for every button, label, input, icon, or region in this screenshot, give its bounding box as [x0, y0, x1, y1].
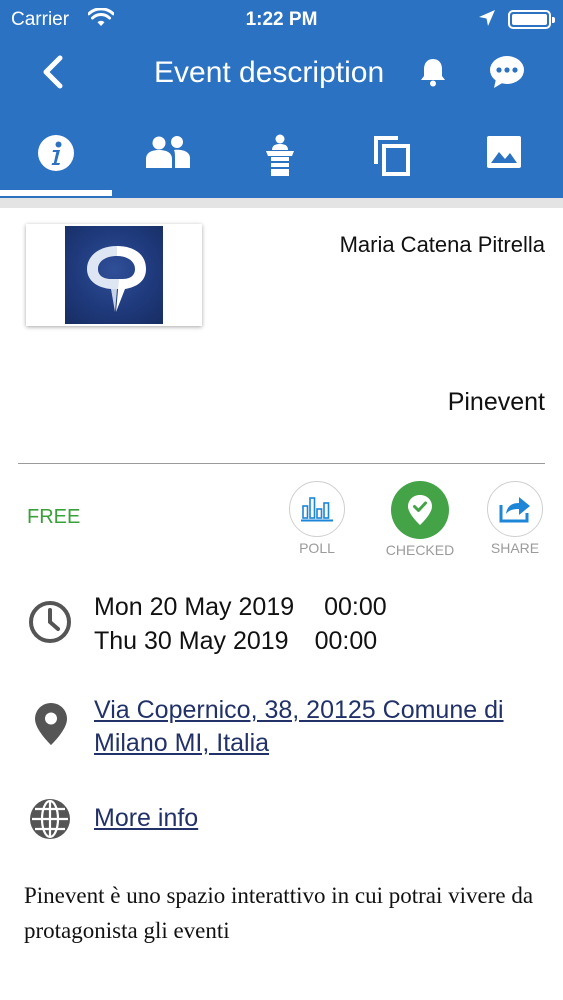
end-time: 00:00 — [314, 627, 378, 655]
tab-documents[interactable] — [336, 128, 448, 192]
event-dates: Mon 20 May 2019 00:00 Thu 30 May 2019 00:0… — [94, 590, 387, 658]
page-title: Event description — [154, 56, 385, 89]
checked-button[interactable]: CHECKED — [380, 481, 460, 558]
location-pin-icon — [34, 702, 68, 751]
price-badge: FREE — [27, 506, 81, 528]
navigation-bar: Event description — [0, 44, 563, 104]
tab-speakers[interactable] — [224, 128, 336, 192]
checked-label: CHECKED — [385, 542, 455, 558]
app-header: Carrier 1:22 PM Event description — [0, 0, 563, 198]
speaker-podium-icon — [266, 134, 294, 176]
poll-circle — [289, 481, 345, 537]
address-link[interactable]: Via Copernico, 38, 20125 Comune di Milan… — [94, 694, 544, 760]
end-date: Thu 30 May 2019 — [94, 627, 289, 655]
poll-button[interactable]: POLL — [277, 481, 357, 556]
chevron-left-icon — [43, 55, 63, 89]
check-pin-icon — [408, 495, 432, 525]
event-description: Pinevent è uno spazio interattivo in cui… — [24, 883, 534, 943]
venue-name: Pinevent — [447, 388, 545, 416]
chat-bubble-icon — [490, 56, 524, 88]
status-bar: Carrier 1:22 PM — [0, 0, 563, 40]
copy-documents-icon — [374, 136, 410, 176]
share-circle — [487, 481, 543, 537]
tab-gallery[interactable] — [448, 128, 560, 192]
people-icon — [146, 136, 190, 168]
start-time: 00:00 — [324, 593, 387, 621]
globe-icon — [28, 797, 72, 846]
tab-bar — [0, 128, 563, 196]
tab-participants[interactable] — [112, 128, 224, 192]
share-arrow-icon — [499, 497, 530, 523]
start-date: Mon 20 May 2019 — [94, 593, 295, 621]
bell-icon — [421, 59, 445, 87]
clock-icon — [28, 600, 72, 649]
tab-info[interactable] — [0, 128, 112, 196]
tab-separator — [0, 198, 563, 208]
poll-label: POLL — [299, 540, 335, 556]
end-datetime: Thu 30 May 2019 00:00 — [94, 624, 387, 658]
gallery-image-icon — [487, 136, 521, 168]
battery-icon — [508, 10, 555, 29]
back-button[interactable] — [34, 52, 74, 92]
chat-button[interactable] — [488, 54, 526, 95]
section-divider — [18, 463, 545, 464]
organizer-name: Maria Catena Pitrella — [339, 232, 545, 257]
share-button[interactable]: SHARE — [475, 481, 555, 556]
notification-bell-button[interactable] — [418, 56, 448, 93]
more-info-link[interactable]: More info — [94, 804, 198, 833]
location-arrow-icon — [478, 9, 496, 33]
share-label: SHARE — [490, 540, 540, 556]
start-datetime: Mon 20 May 2019 00:00 — [94, 590, 387, 624]
info-icon — [38, 135, 74, 171]
poll-chart-icon — [301, 497, 333, 522]
checked-circle — [391, 481, 449, 539]
organizer-logo — [26, 224, 202, 326]
pinevent-logo — [65, 226, 163, 324]
